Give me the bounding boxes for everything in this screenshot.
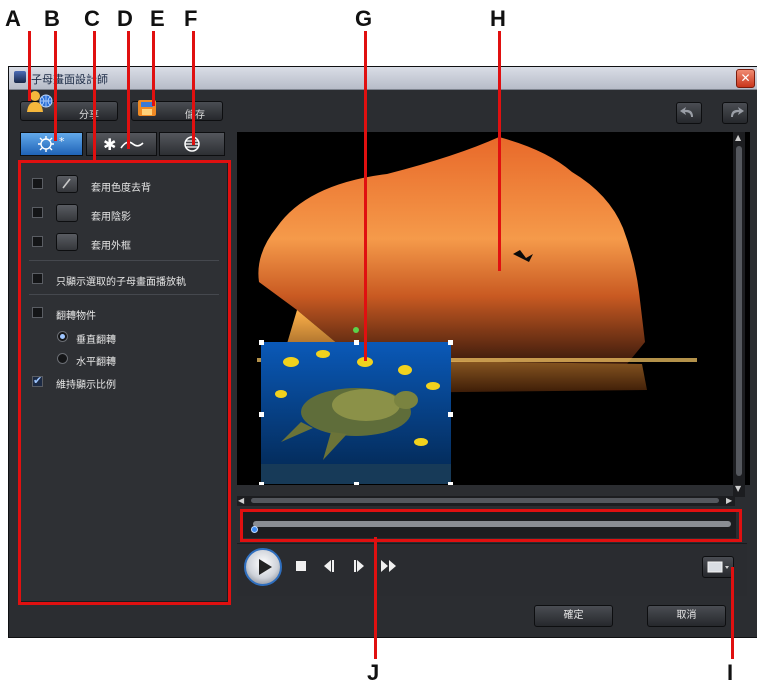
leader-line-g xyxy=(364,31,367,361)
close-button[interactable]: ✕ xyxy=(736,69,755,88)
stop-button[interactable] xyxy=(296,561,306,571)
resize-handle-bm[interactable] xyxy=(354,482,359,485)
preview-vertical-scrollbar[interactable]: ▲ ▼ xyxy=(733,132,745,497)
preview-horizontal-scrollbar[interactable]: ◀ ▶ xyxy=(237,496,735,506)
leader-line-h xyxy=(498,31,501,271)
callout-j: J xyxy=(367,660,380,685)
undo-button[interactable] xyxy=(676,102,702,124)
playback-controls xyxy=(237,543,747,596)
resize-handle-tl[interactable] xyxy=(259,340,264,345)
resize-handle-tm[interactable] xyxy=(354,340,359,345)
resize-handle-tr[interactable] xyxy=(448,340,453,345)
leader-line-c xyxy=(93,31,96,161)
window-title: 子母畫面設計師 xyxy=(31,73,108,86)
leader-line-e xyxy=(152,31,155,106)
previous-frame-icon[interactable] xyxy=(321,559,337,573)
overlay-clip[interactable] xyxy=(261,342,451,484)
scroll-up-arrow[interactable]: ▲ xyxy=(735,133,741,142)
display-mode-button[interactable] xyxy=(702,556,734,578)
svg-text:*: * xyxy=(59,135,65,148)
scroll-right-arrow[interactable]: ▶ xyxy=(726,496,732,505)
app-icon xyxy=(14,71,26,83)
next-frame-icon[interactable] xyxy=(351,559,367,573)
undo-icon xyxy=(680,107,693,117)
callout-c: C xyxy=(84,6,100,31)
annotation-box-timeline xyxy=(240,509,742,542)
leader-line-a xyxy=(28,31,31,101)
resize-handle-br[interactable] xyxy=(448,482,453,485)
redo-icon xyxy=(731,107,744,117)
callout-f: F xyxy=(184,6,198,31)
svg-text:✱: ✱ xyxy=(103,135,116,154)
annotation-box-options-panel xyxy=(18,160,231,605)
resize-handle-ml[interactable] xyxy=(259,412,264,417)
callout-b: B xyxy=(44,6,60,31)
rotation-handle[interactable] xyxy=(353,327,359,333)
leader-line-j xyxy=(374,537,377,659)
resize-handle-mr[interactable] xyxy=(448,412,453,417)
scroll-left-arrow[interactable]: ◀ xyxy=(238,496,244,505)
leader-line-b xyxy=(54,31,57,141)
tab-motion[interactable]: ✱ xyxy=(86,132,157,156)
callout-g: G xyxy=(355,6,373,31)
callout-d: D xyxy=(117,6,133,31)
preview-canvas[interactable] xyxy=(237,132,750,485)
motion-path-icon: ✱ xyxy=(103,135,144,154)
leader-line-i xyxy=(731,567,734,659)
callout-e: E xyxy=(150,6,165,31)
callout-a: A xyxy=(5,6,21,31)
leader-line-f xyxy=(192,31,195,145)
save-label: 儲存 xyxy=(185,110,205,121)
callout-h: H xyxy=(490,6,506,31)
horizontal-scroll-thumb[interactable] xyxy=(251,498,719,503)
monitor-icon xyxy=(707,561,729,573)
properties-icon: * xyxy=(38,135,65,152)
cancel-button[interactable]: 取消 xyxy=(647,605,726,627)
fast-forward-icon[interactable] xyxy=(379,559,399,573)
title-bar: 子母畫面設計師 ✕ xyxy=(9,67,757,90)
play-button[interactable] xyxy=(244,548,282,586)
resize-handle-bl[interactable] xyxy=(259,482,264,485)
ok-button[interactable]: 確定 xyxy=(534,605,613,627)
vertical-scroll-thumb[interactable] xyxy=(736,146,742,476)
callout-i: I xyxy=(727,660,734,685)
scroll-down-arrow[interactable]: ▼ xyxy=(735,484,741,493)
redo-button[interactable] xyxy=(722,102,748,124)
leader-line-d xyxy=(127,31,130,149)
tab-properties[interactable]: * xyxy=(20,132,83,156)
